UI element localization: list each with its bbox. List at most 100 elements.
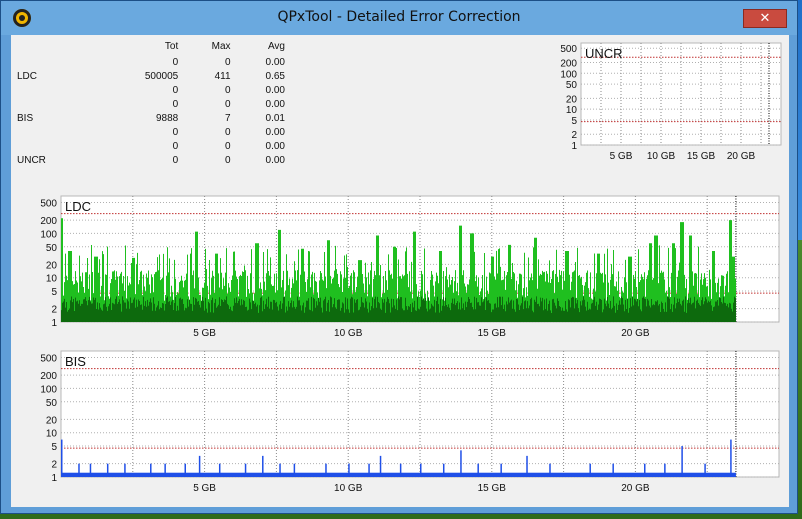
y-tick-label: 200 <box>560 59 577 70</box>
x-tick-label: 10 GB <box>334 328 363 339</box>
stats-max: 0 <box>224 140 231 152</box>
stats-tot: 9888 <box>155 112 179 124</box>
x-tick-label: 15 GB <box>478 483 507 494</box>
stats-header-label <box>15 39 78 55</box>
x-tick-label: 10 GB <box>647 151 676 162</box>
qpxtool-window: QPxTool - Detailed Error Correction ✕ To… <box>0 0 798 514</box>
y-tick-label: 20 <box>46 415 58 426</box>
bis-bar <box>477 463 479 477</box>
stats-avg: 0.00 <box>265 56 285 68</box>
x-tick-label: 20 GB <box>727 151 756 162</box>
bis-bar <box>379 455 382 477</box>
stats-max: 0 <box>224 98 231 110</box>
bis-bar <box>368 463 370 477</box>
bis-bar <box>348 463 350 477</box>
bis-bar <box>262 455 264 477</box>
title-bar[interactable]: QPxTool - Detailed Error Correction ✕ <box>1 1 797 35</box>
y-tick-label: 5 <box>51 287 57 298</box>
y-tick-label: 50 <box>46 243 58 254</box>
ldc-chart: 5002001005020105215 GB 10 GB 15 GB 20 GBLDC <box>40 195 780 339</box>
stats-tot: 0 <box>172 84 179 96</box>
x-tick-label: 10 GB <box>334 483 363 494</box>
stats-avg: 0.00 <box>265 126 285 138</box>
table-row: BIS 9888 7 0.01 <box>15 111 285 125</box>
x-tick-label: 5 GB <box>193 328 216 339</box>
stats-max: 0 <box>224 84 231 96</box>
stats-tot: 0 <box>172 126 179 138</box>
bis-bar <box>589 463 591 477</box>
stats-label <box>15 125 78 139</box>
y-tick-label: 10 <box>46 429 58 440</box>
bis-chart: 5002001005020105215 GB 10 GB 15 GB 20 GBBIS <box>40 350 780 494</box>
stats-max: 0 <box>224 56 231 68</box>
y-tick-label: 50 <box>46 398 58 409</box>
stats-label <box>15 139 78 153</box>
stats-max: 411 <box>214 70 231 82</box>
stats-tot: 0 <box>172 56 179 68</box>
error-stats-table: Tot Max Avg 0 0 0.00 LDC 500005 411 0.65… <box>15 39 285 167</box>
bis-bar <box>198 455 201 477</box>
bis-bar <box>644 463 646 477</box>
y-tick-label: 5 <box>51 442 57 453</box>
table-row: 0 0 0.00 <box>15 55 285 69</box>
bis-bar <box>293 463 296 477</box>
table-row: UNCR 0 0 0.00 <box>15 153 285 167</box>
stats-label: UNCR <box>17 154 46 166</box>
y-tick-label: 200 <box>40 216 57 227</box>
stats-avg: 0.65 <box>265 70 285 82</box>
bis-bar <box>218 463 221 477</box>
bis-bar <box>730 439 732 477</box>
stats-avg: 0.00 <box>265 140 285 152</box>
stats-label <box>15 55 78 69</box>
close-button[interactable]: ✕ <box>743 9 787 28</box>
bis-bar <box>184 463 186 477</box>
stats-avg: 0.01 <box>265 112 285 124</box>
bis-bar <box>279 463 281 477</box>
x-tick-label: 20 GB <box>621 483 650 494</box>
y-tick-label: 500 <box>40 198 57 209</box>
x-tick-label: 5 GB <box>610 151 633 162</box>
y-tick-label: 50 <box>566 80 578 91</box>
bis-bar <box>106 463 109 477</box>
x-tick-label: 5 GB <box>193 483 216 494</box>
stats-avg: 0.00 <box>265 154 285 166</box>
y-tick-label: 20 <box>566 94 578 105</box>
y-tick-label: 10 <box>46 274 58 285</box>
bis-bar <box>612 463 614 477</box>
stats-label <box>15 97 78 111</box>
y-tick-label: 100 <box>40 229 57 240</box>
table-row: 0 0 0.00 <box>15 139 285 153</box>
stats-header-max: Max <box>211 40 231 52</box>
stats-tot: 0 <box>172 140 179 152</box>
uncr-chart: 5002001005020105215 GB 10 GB 15 GB 20 GBUNC… <box>560 42 782 162</box>
x-tick-label: 15 GB <box>478 328 507 339</box>
table-row: 0 0 0.00 <box>15 125 285 139</box>
stats-tot: 0 <box>172 98 179 110</box>
bis-bar <box>420 463 422 477</box>
y-tick-label: 20 <box>46 260 58 271</box>
bis-bar <box>89 463 92 477</box>
y-tick-label: 5 <box>571 116 577 127</box>
bis-bar <box>681 446 683 477</box>
y-tick-label: 2 <box>571 130 577 141</box>
bis-bar <box>164 463 166 477</box>
bis-bar <box>442 463 445 477</box>
table-row: 0 0 0.00 <box>15 97 285 111</box>
bis-bar <box>460 450 462 477</box>
y-tick-label: 100 <box>40 384 57 395</box>
stats-label: LDC <box>17 70 38 82</box>
bis-bar <box>150 463 152 477</box>
x-tick-label: 15 GB <box>687 151 716 162</box>
y-tick-label: 1 <box>51 318 57 329</box>
x-tick-label: 20 GB <box>621 328 650 339</box>
y-tick-label: 500 <box>560 44 577 55</box>
y-tick-label: 1 <box>51 473 57 484</box>
stats-tot: 0 <box>172 154 179 166</box>
y-tick-label: 200 <box>40 371 57 382</box>
window-title: QPxTool - Detailed Error Correction <box>277 9 521 25</box>
bis-bar <box>244 463 247 477</box>
bis-bar <box>325 463 327 477</box>
bis-bar <box>399 463 402 477</box>
stats-avg: 0.00 <box>265 84 285 96</box>
bis-bar <box>526 455 528 477</box>
